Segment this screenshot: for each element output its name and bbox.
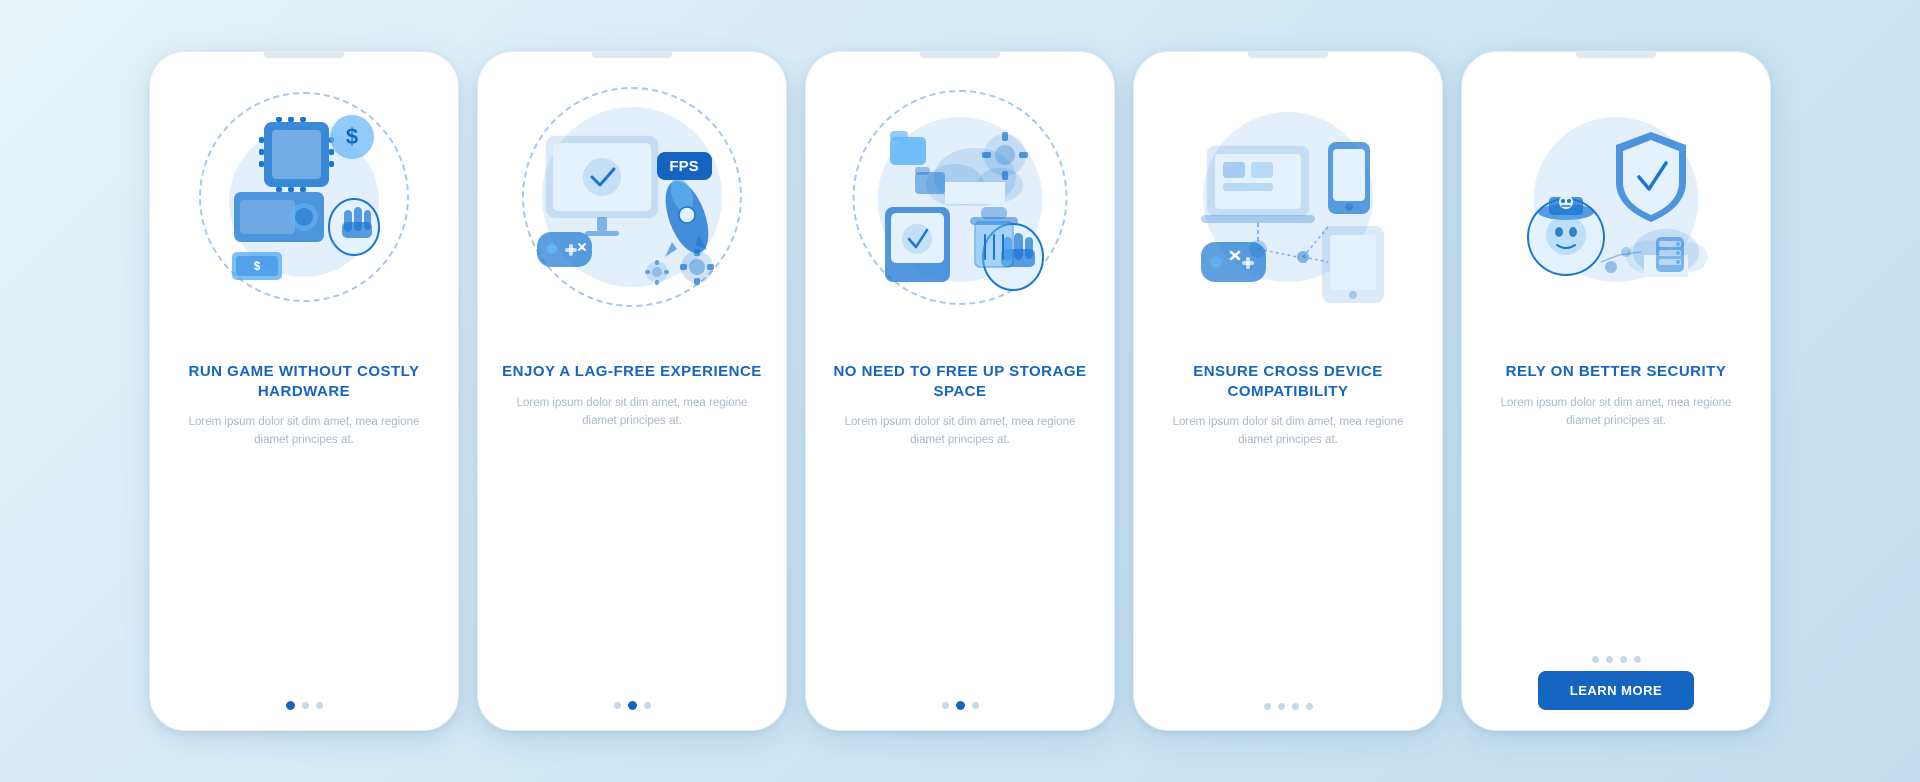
svg-text:$: $ <box>254 259 261 273</box>
dot-3 <box>644 702 651 709</box>
card-1-illustration: $ $ <box>150 52 458 352</box>
dot-3 <box>1292 703 1299 710</box>
dot-1 <box>286 701 295 710</box>
dot-2 <box>956 701 965 710</box>
card-security: RELY ON BETTER SECURITY Lorem ipsum dolo… <box>1461 51 1771 731</box>
card-2-illustration: FPS <box>478 52 786 352</box>
card-2-dots <box>614 701 651 710</box>
card-3-body: Lorem ipsum dolor sit dim amet, mea regi… <box>830 413 1090 450</box>
card-3-illustration <box>806 52 1114 352</box>
card-1-dots <box>286 701 323 710</box>
card-2-title: ENJOY A LAG-FREE EXPERIENCE <box>502 362 762 382</box>
dot-4 <box>1634 656 1641 663</box>
dot-2 <box>628 701 637 710</box>
dot-2 <box>1278 703 1285 710</box>
dot-3 <box>1620 656 1627 663</box>
card-5-title: RELY ON BETTER SECURITY <box>1506 362 1727 382</box>
card-4-illustration <box>1134 52 1442 352</box>
dot-1 <box>942 702 949 709</box>
learn-more-button[interactable]: LEARN MORE <box>1538 671 1694 710</box>
card-3-content: NO NEED TO FREE UP STORAGE SPACE Lorem i… <box>806 352 1114 730</box>
card-1-body: Lorem ipsum dolor sit dim amet, mea regi… <box>174 413 434 450</box>
dot-1 <box>1264 703 1271 710</box>
card-storage: NO NEED TO FREE UP STORAGE SPACE Lorem i… <box>805 51 1115 731</box>
card-4-dots <box>1264 703 1313 710</box>
card-lagfree: FPS ENJOY A LAG-FREE EXPERIENCE Lorem ip… <box>477 51 787 731</box>
card-4-body: Lorem ipsum dolor sit dim amet, mea regi… <box>1158 413 1418 450</box>
card-5-dots <box>1592 656 1641 663</box>
card-2-body: Lorem ipsum dolor sit dim amet, mea regi… <box>502 394 762 431</box>
card-4-content: ENSURE CROSS DEVICE COMPATIBILITY Lorem … <box>1134 352 1442 730</box>
card-5-content: RELY ON BETTER SECURITY Lorem ipsum dolo… <box>1462 352 1770 730</box>
card-3-dots <box>942 701 979 710</box>
cards-container: $ $ RUN GAME WITHOUT COSTLY HARDWA <box>129 31 1791 751</box>
card-1-title: RUN GAME WITHOUT COSTLY HARDWARE <box>174 362 434 401</box>
card-compatibility: ENSURE CROSS DEVICE COMPATIBILITY Lorem … <box>1133 51 1443 731</box>
dot-3 <box>972 702 979 709</box>
dot-1 <box>614 702 621 709</box>
card-hardware: $ $ RUN GAME WITHOUT COSTLY HARDWA <box>149 51 459 731</box>
card-1-content: RUN GAME WITHOUT COSTLY HARDWARE Lorem i… <box>150 352 458 730</box>
svg-text:$: $ <box>346 124 358 149</box>
dot-2 <box>1606 656 1613 663</box>
dot-4 <box>1306 703 1313 710</box>
card-5-body: Lorem ipsum dolor sit dim amet, mea regi… <box>1486 394 1746 431</box>
card-5-illustration <box>1462 52 1770 352</box>
card-3-title: NO NEED TO FREE UP STORAGE SPACE <box>830 362 1090 401</box>
card-4-title: ENSURE CROSS DEVICE COMPATIBILITY <box>1158 362 1418 401</box>
card-2-content: ENJOY A LAG-FREE EXPERIENCE Lorem ipsum … <box>478 352 786 730</box>
dot-1 <box>1592 656 1599 663</box>
svg-text:FPS: FPS <box>669 158 698 175</box>
dot-2 <box>302 702 309 709</box>
dot-3 <box>316 702 323 709</box>
